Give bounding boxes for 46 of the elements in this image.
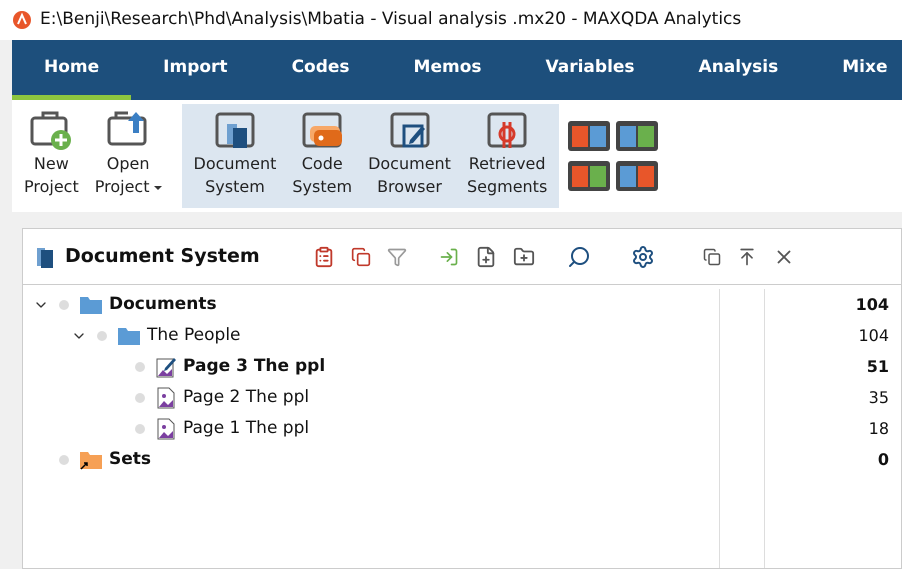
tree-item[interactable]: Documents bbox=[109, 292, 217, 318]
count-cell-text: 104 bbox=[856, 294, 889, 316]
clipboard-icon[interactable] bbox=[313, 246, 335, 268]
ribbon-button[interactable]: Document Browser bbox=[360, 104, 459, 208]
count-cell-text: 51 bbox=[866, 356, 889, 378]
layout-icon[interactable] bbox=[567, 120, 612, 152]
count-cell-text: 0 bbox=[878, 448, 889, 470]
tree-item[interactable]: Sets bbox=[109, 446, 152, 472]
folder-icon bbox=[117, 326, 141, 346]
panel-title: Document System bbox=[65, 244, 261, 270]
tree-item[interactable]: Page 2 The ppl bbox=[183, 384, 310, 410]
image-document-icon bbox=[155, 418, 177, 440]
search-icon[interactable] bbox=[567, 244, 591, 268]
copy-icon[interactable] bbox=[351, 246, 371, 266]
ribbon-button[interactable]: Code System bbox=[284, 104, 360, 208]
layout-icon[interactable] bbox=[567, 160, 612, 192]
filter-icon[interactable] bbox=[387, 246, 407, 266]
new-document-icon[interactable] bbox=[475, 246, 497, 268]
ribbon-tab[interactable]: Variables bbox=[514, 40, 667, 100]
window-title: E:\Benji\Research\Phd\Analysis\Mbatia - Visual analysis .mx20 - MAXQDA Analytics bbox=[40, 8, 742, 32]
layout-icon[interactable] bbox=[615, 120, 660, 152]
ribbon-tab[interactable]: Memos bbox=[382, 40, 514, 100]
count-cell-text: 18 bbox=[868, 418, 889, 440]
image-document-icon bbox=[155, 386, 177, 408]
layout-icon[interactable] bbox=[615, 160, 660, 192]
import-icon[interactable] bbox=[439, 246, 459, 266]
image-document-edit-icon bbox=[155, 356, 177, 378]
settings-icon[interactable] bbox=[631, 244, 655, 268]
tree-item[interactable]: Page 1 The ppl bbox=[183, 416, 310, 442]
ribbon-tab[interactable]: Mixe bbox=[810, 40, 902, 100]
ribbon-tab[interactable]: Codes bbox=[260, 40, 382, 100]
ribbon-button[interactable]: New Project bbox=[16, 104, 87, 208]
tree-item[interactable]: Page 3 The ppl bbox=[183, 354, 326, 380]
app-logo-icon bbox=[12, 10, 32, 30]
ribbon-button[interactable]: Retrieved Segments bbox=[458, 104, 556, 208]
count-cell-text: 35 bbox=[868, 386, 889, 408]
tree-item[interactable]: The People bbox=[147, 322, 240, 348]
count-cell-text: 104 bbox=[858, 324, 889, 346]
new-folder-icon[interactable] bbox=[513, 246, 535, 268]
folder-icon bbox=[79, 294, 103, 314]
ribbon-button[interactable]: Open Project bbox=[86, 104, 170, 208]
folder-shortcut-icon bbox=[79, 450, 103, 470]
undock-icon[interactable] bbox=[703, 248, 721, 266]
ribbon-tab[interactable]: Import bbox=[131, 40, 260, 100]
ribbon-button[interactable]: Document System bbox=[186, 104, 284, 208]
ribbon-tab[interactable]: Analysis bbox=[666, 40, 810, 100]
